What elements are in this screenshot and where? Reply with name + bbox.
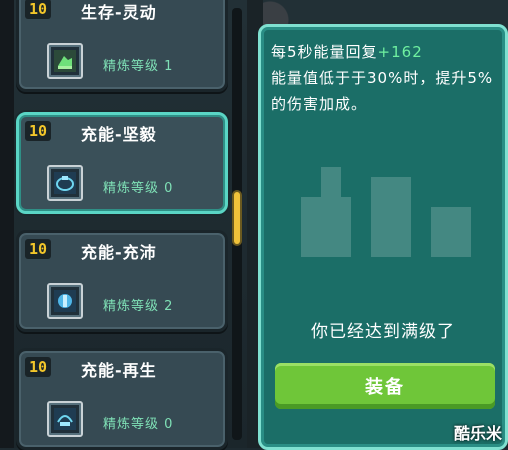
level-badge: 10 [25,0,51,19]
desc-prefix: 每5秒能量回复 [271,43,378,61]
refine-level-text: 精炼等级 2 [103,299,174,314]
card-title: 生存-灵动 [81,3,157,22]
card-energy-abundant[interactable]: 10 充能-充沛 精炼等级 2 [16,230,228,332]
level-badge: 10 [25,121,51,141]
refine-level-text: 精炼等级 1 [103,59,174,74]
max-level-text: 你已经达到满级了 [311,322,455,342]
detail-panel: 每5秒能量回复+162 能量值低于于30%时，提升5%的伤害加成。 你已经达到满级… [258,24,508,450]
level-badge: 10 [25,357,51,377]
refine-list: 10 生存-灵动 精炼等级 1 10 充能-坚毅 精炼等级 0 10 充能-充沛… [10,0,242,450]
card-energy-regen[interactable]: 10 充能-再生 精炼等级 0 [16,348,228,450]
desc-rest: 能量值低于于30%时，提升5%的伤害加成。 [271,69,494,113]
watermark: 酷乐米 [453,424,502,443]
skill-description: 每5秒能量回复+162 能量值低于于30%时，提升5%的伤害加成。 [271,39,496,117]
card-title: 充能-充沛 [81,243,157,262]
desc-value: +162 [377,43,423,61]
energy-regen-icon [47,401,83,437]
card-energy-steadfast[interactable]: 10 充能-坚毅 精炼等级 0 [16,112,228,214]
card-title: 充能-再生 [81,361,157,380]
scrollbar-thumb[interactable] [234,192,240,244]
energy-shield-icon [47,165,83,201]
refine-level-text: 精炼等级 0 [103,181,174,196]
equip-button[interactable]: 装备 [275,363,495,409]
green-boot-icon [47,43,83,79]
card-title: 充能-坚毅 [81,125,157,144]
level-badge: 10 [25,239,51,259]
energy-blue-icon [47,283,83,319]
decor-silhouette [301,167,471,257]
refine-level-text: 精炼等级 0 [103,417,174,432]
card-survival-agile[interactable]: 10 生存-灵动 精炼等级 1 [16,0,228,92]
